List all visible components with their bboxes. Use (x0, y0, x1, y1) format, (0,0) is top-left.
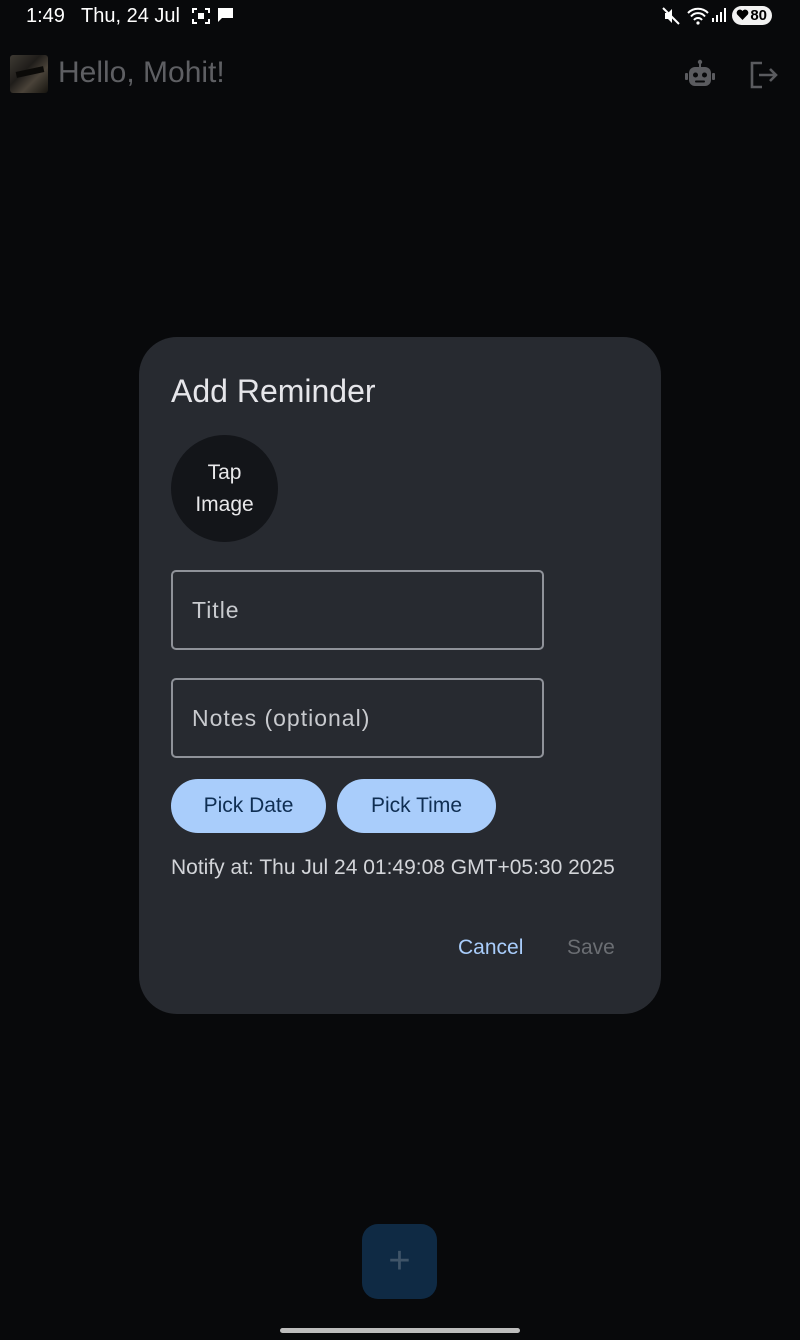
mute-icon (662, 7, 680, 30)
avatar[interactable] (10, 55, 48, 93)
dialog-title: Add Reminder (171, 373, 376, 409)
wifi-icon (687, 7, 709, 30)
cancel-button[interactable]: Cancel (458, 936, 523, 960)
app-bar: Hello, Mohit! (0, 50, 800, 100)
status-time: 1:49 (26, 5, 65, 27)
image-picker-label: Tap Image (195, 460, 254, 516)
add-reminder-dialog: Add Reminder Tap Image Pick Date Pick Ti… (139, 337, 661, 1014)
greeting-title: Hello, Mohit! (58, 56, 225, 89)
pick-date-button[interactable]: Pick Date (171, 779, 326, 833)
battery-icon: 80 (732, 6, 772, 25)
add-reminder-fab[interactable]: + (362, 1224, 437, 1299)
save-button[interactable]: Save (567, 936, 615, 960)
robot-icon[interactable] (684, 58, 716, 90)
status-bar: 1:49 Thu, 24 Jul 80 (0, 0, 800, 32)
screenshot-icon (191, 7, 211, 30)
notes-field[interactable] (171, 678, 544, 758)
logout-icon[interactable] (748, 59, 780, 91)
image-picker-button[interactable]: Tap Image (171, 435, 278, 542)
notes-input[interactable] (173, 680, 542, 756)
screen: 1:49 Thu, 24 Jul 80 Hello, Mohit! Add Re… (0, 0, 800, 1340)
battery-level: 80 (750, 7, 767, 24)
home-indicator[interactable] (280, 1328, 520, 1333)
notify-at-text: Notify at: Thu Jul 24 01:49:08 GMT+05:30… (171, 856, 615, 879)
message-icon (217, 7, 234, 28)
title-field[interactable] (171, 570, 544, 650)
signal-icon (711, 7, 727, 28)
title-input[interactable] (173, 572, 542, 648)
pick-time-button[interactable]: Pick Time (337, 779, 496, 833)
status-date: Thu, 24 Jul (81, 5, 180, 27)
add-icon: + (388, 1240, 411, 1282)
